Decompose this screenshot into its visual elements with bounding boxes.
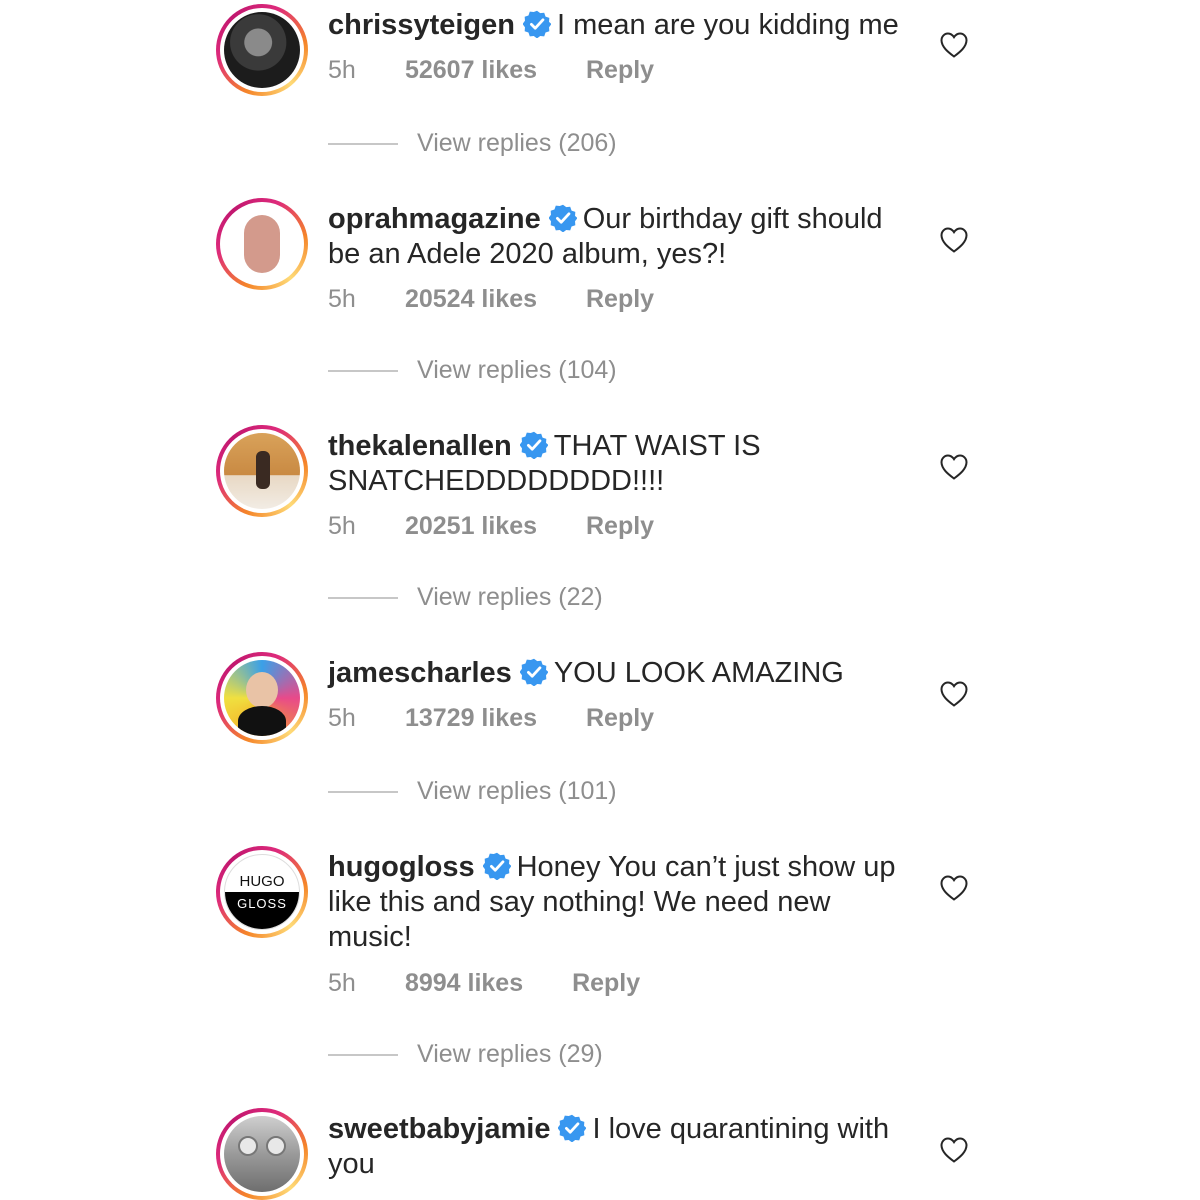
profile-photo — [224, 12, 300, 88]
username[interactable]: hugogloss — [328, 851, 475, 883]
brand-logo: HUGO GLOSS — [224, 854, 300, 930]
divider-line — [328, 369, 398, 372]
reply-button[interactable]: Reply — [572, 969, 640, 998]
verified-badge-icon — [523, 10, 551, 38]
avatar[interactable] — [216, 652, 308, 744]
comment-time: 5h — [328, 285, 356, 313]
profile-photo — [224, 433, 300, 509]
profile-photo — [224, 660, 300, 736]
username[interactable]: oprahmagazine — [328, 203, 541, 235]
username[interactable]: jamescharles — [328, 657, 512, 689]
reply-button[interactable]: Reply — [586, 512, 654, 541]
view-replies-label: View replies (22) — [417, 583, 603, 611]
divider-line — [328, 790, 398, 793]
view-replies-label: View replies (101) — [417, 777, 617, 805]
avatar[interactable] — [216, 198, 308, 290]
heart-outline-icon[interactable] — [940, 681, 968, 707]
likes-count[interactable]: 20524 likes — [405, 285, 537, 314]
verified-badge-icon — [558, 1114, 586, 1142]
heart-outline-icon[interactable] — [940, 32, 968, 58]
likes-count[interactable]: 52607 likes — [405, 56, 537, 85]
comment-time: 5h — [328, 704, 356, 732]
divider-line — [328, 142, 398, 145]
likes-count[interactable]: 20251 likes — [405, 512, 537, 541]
view-replies-label: View replies (104) — [417, 356, 617, 384]
profile-photo — [224, 1116, 300, 1192]
verified-badge-icon — [520, 431, 548, 459]
avatar[interactable] — [216, 425, 308, 517]
comment-text: YOU LOOK AMAZING — [553, 657, 844, 689]
avatar[interactable]: HUGO GLOSS — [216, 846, 308, 938]
divider-line — [328, 1053, 398, 1056]
reply-button[interactable]: Reply — [586, 704, 654, 733]
username[interactable]: chrissyteigen — [328, 9, 515, 41]
reply-button[interactable]: Reply — [586, 56, 654, 85]
comment-time: 5h — [328, 56, 356, 84]
avatar[interactable] — [216, 4, 308, 96]
reply-button[interactable]: Reply — [586, 285, 654, 314]
comment-time: 5h — [328, 512, 356, 540]
view-replies-label: View replies (206) — [417, 129, 617, 157]
profile-photo — [224, 206, 300, 282]
verified-badge-icon — [520, 658, 548, 686]
verified-badge-icon — [549, 204, 577, 232]
avatar[interactable] — [216, 1108, 308, 1200]
comment-time: 5h — [328, 969, 356, 997]
heart-outline-icon[interactable] — [940, 1137, 968, 1163]
verified-badge-icon — [483, 852, 511, 880]
view-replies-button[interactable]: View replies (104) — [328, 356, 617, 385]
view-replies-button[interactable]: View replies (206) — [328, 129, 617, 158]
username[interactable]: thekalenallen — [328, 430, 512, 462]
likes-count[interactable]: 8994 likes — [405, 969, 523, 998]
divider-line — [328, 596, 398, 599]
username[interactable]: sweetbabyjamie — [328, 1113, 550, 1145]
view-replies-label: View replies (29) — [417, 1040, 603, 1068]
likes-count[interactable]: 13729 likes — [405, 704, 537, 733]
view-replies-button[interactable]: View replies (29) — [328, 1040, 603, 1069]
heart-outline-icon[interactable] — [940, 875, 968, 901]
view-replies-button[interactable]: View replies (101) — [328, 777, 617, 806]
heart-outline-icon[interactable] — [940, 227, 968, 253]
view-replies-button[interactable]: View replies (22) — [328, 583, 603, 612]
heart-outline-icon[interactable] — [940, 454, 968, 480]
comment-text: I mean are you kidding me — [556, 9, 899, 41]
